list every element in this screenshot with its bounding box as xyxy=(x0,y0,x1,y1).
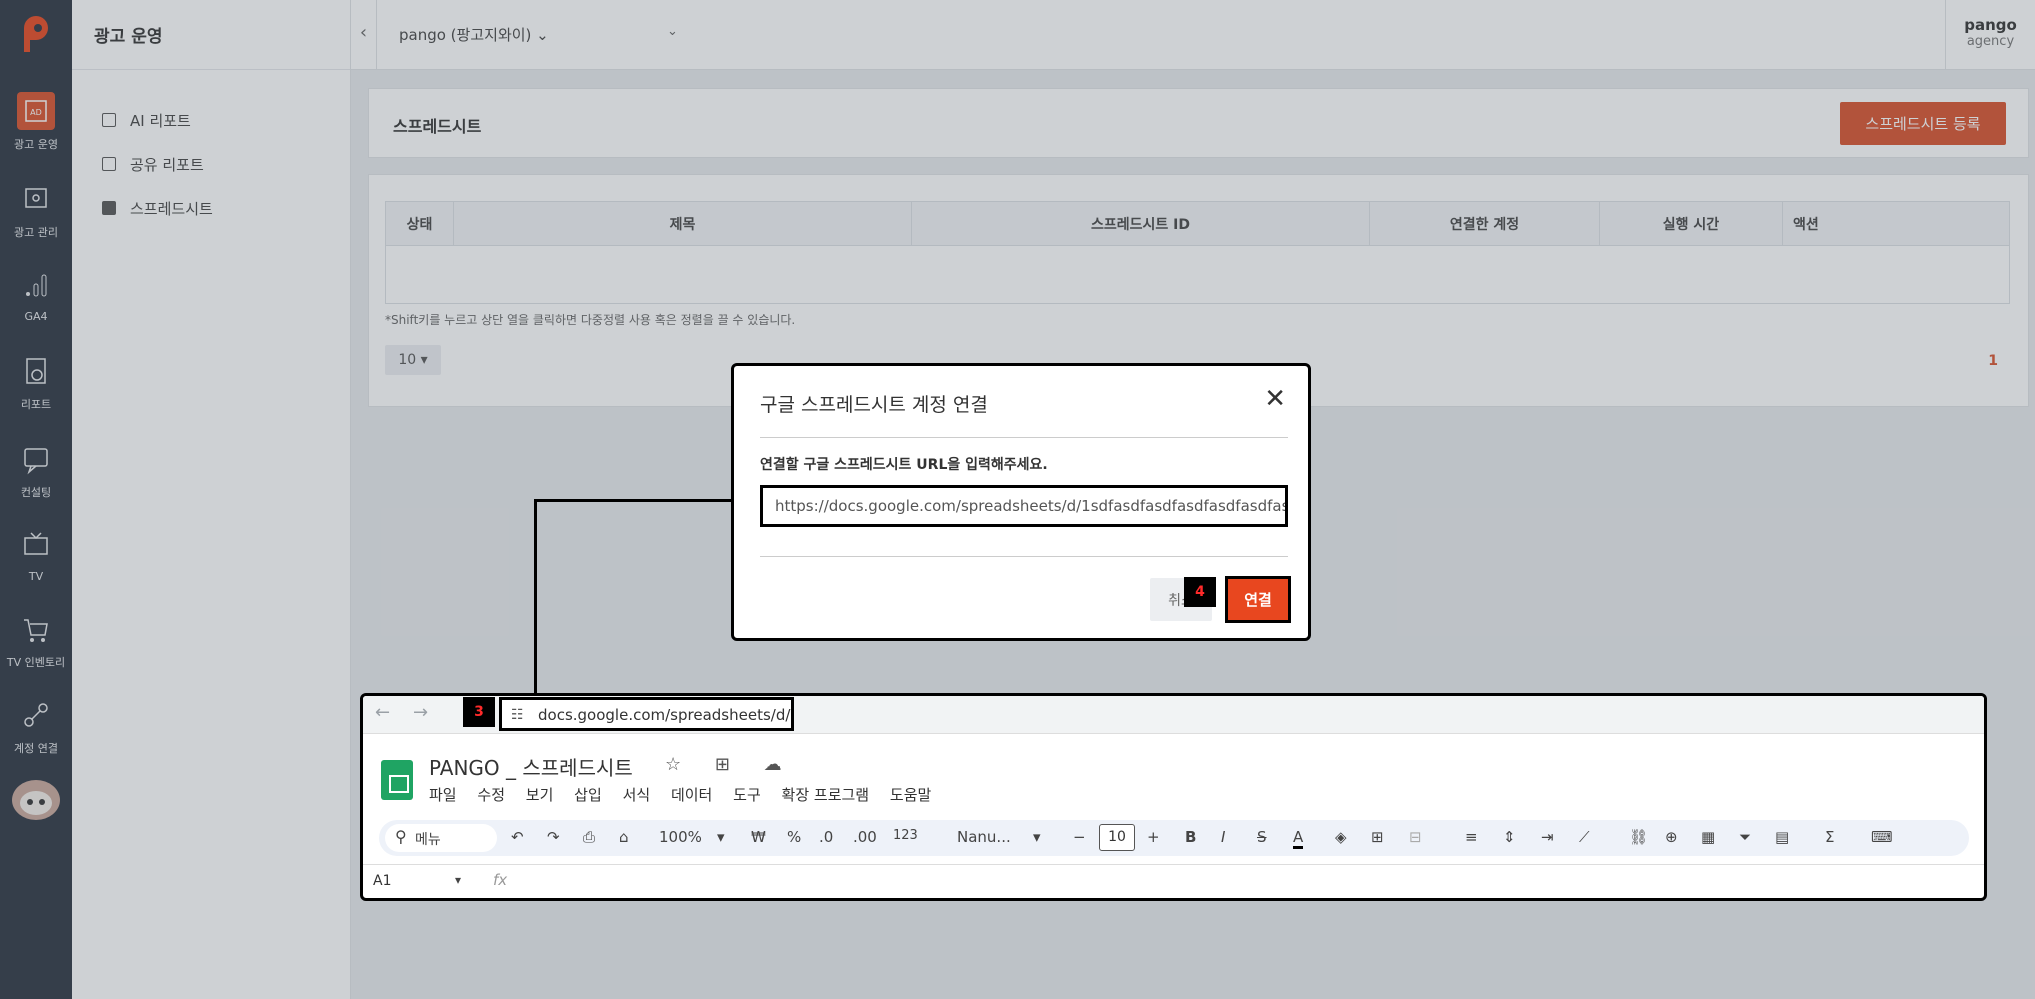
chevron-down-icon[interactable]: ▾ xyxy=(1033,828,1041,846)
bold-button[interactable]: B xyxy=(1185,828,1196,846)
print-icon[interactable]: ⎙ xyxy=(583,828,595,846)
font-size-input[interactable]: 10 xyxy=(1099,824,1135,851)
forward-arrow-icon[interactable]: → xyxy=(413,702,428,723)
insert-link-icon[interactable]: ⛓ xyxy=(1629,828,1648,846)
insert-comment-icon[interactable]: ⊕ xyxy=(1665,828,1678,846)
currency-format-button[interactable]: ₩ xyxy=(751,828,766,846)
menu-search-input[interactable]: 메뉴 xyxy=(385,824,497,852)
browser-url-text: docs.google.com/spreadsheets/d/ xyxy=(538,706,791,724)
zoom-select[interactable]: 100% xyxy=(659,828,702,846)
name-box[interactable]: A1 xyxy=(373,873,391,889)
menu-extensions[interactable]: 확장 프로그램 xyxy=(782,786,870,804)
italic-button[interactable]: I xyxy=(1221,828,1225,846)
decrease-font-size-icon[interactable]: − xyxy=(1073,828,1086,846)
sheets-menubar: 파일 수정 보기 삽입 서식 데이터 도구 확장 프로그램 도움말 xyxy=(429,784,947,805)
redo-icon[interactable]: ↷ xyxy=(547,828,560,846)
annotation-connector xyxy=(534,499,761,502)
increase-font-size-icon[interactable]: + xyxy=(1147,828,1160,846)
decrease-decimal-button[interactable]: .0 xyxy=(819,828,833,846)
merge-cells-icon[interactable]: ⊟ xyxy=(1409,828,1422,846)
fx-icon: fx xyxy=(493,871,508,889)
filter-views-icon[interactable]: ▤ xyxy=(1775,828,1789,846)
menu-tools[interactable]: 도구 xyxy=(733,786,761,804)
menu-format[interactable]: 서식 xyxy=(623,786,651,804)
connect-sheet-modal: 구글 스프레드시트 계정 연결 ✕ 연결할 구글 스프레드시트 URL을 입력해… xyxy=(731,363,1311,641)
menu-edit[interactable]: 수정 xyxy=(477,786,505,804)
browser-address-bar: ← → ☷ docs.google.com/spreadsheets/d/ xyxy=(363,696,1984,734)
close-icon[interactable]: ✕ xyxy=(1264,384,1286,414)
back-arrow-icon[interactable]: ← xyxy=(375,702,390,723)
step-badge-3: 3 xyxy=(463,697,495,727)
menu-insert[interactable]: 삽입 xyxy=(574,786,602,804)
annotation-connector xyxy=(534,499,537,699)
strikethrough-button[interactable]: S xyxy=(1257,828,1267,846)
star-move-cloud-icons[interactable]: ☆ ⊞ ☁ xyxy=(665,754,796,775)
fill-color-icon[interactable]: ◈ xyxy=(1335,828,1347,846)
text-wrap-icon[interactable]: ⇥ xyxy=(1541,828,1554,846)
browser-url-field[interactable]: ☷ docs.google.com/spreadsheets/d/ xyxy=(499,697,794,731)
menu-help[interactable]: 도움말 xyxy=(890,786,931,804)
menu-file[interactable]: 파일 xyxy=(429,786,457,804)
insert-chart-icon[interactable]: ▦ xyxy=(1701,828,1715,846)
sheets-toolbar: 메뉴 ↶ ↷ ⎙ ⌂ 100% ▾ ₩ % .0 .00 123 Nanu...… xyxy=(379,820,1969,856)
percent-format-button[interactable]: % xyxy=(787,828,801,846)
document-title[interactable]: PANGO _ 스프레드시트 xyxy=(429,752,633,781)
functions-button[interactable]: Σ xyxy=(1825,828,1834,846)
increase-decimal-button[interactable]: .00 xyxy=(853,828,877,846)
font-select[interactable]: Nanu... xyxy=(957,828,1011,846)
paint-format-icon[interactable]: ⌂ xyxy=(619,828,629,846)
divider xyxy=(760,556,1288,557)
borders-icon[interactable]: ⊞ xyxy=(1371,828,1384,846)
menu-data[interactable]: 데이터 xyxy=(671,786,712,804)
sheet-url-input[interactable]: https://docs.google.com/spreadsheets/d/1… xyxy=(760,485,1288,527)
connect-button[interactable]: 연결 xyxy=(1225,576,1291,623)
filter-icon[interactable]: ⏷ xyxy=(1739,828,1751,846)
undo-icon[interactable]: ↶ xyxy=(511,828,524,846)
url-prompt: 연결할 구글 스프레드시트 URL을 입력해주세요. xyxy=(760,457,1048,473)
formula-bar: A1 ▾ fx xyxy=(363,864,1984,898)
site-settings-icon[interactable]: ☷ xyxy=(511,707,524,723)
number-format-button[interactable]: 123 xyxy=(893,828,918,843)
horizontal-align-icon[interactable]: ≡ xyxy=(1465,828,1478,846)
divider xyxy=(760,437,1288,438)
chevron-down-icon[interactable]: ▾ xyxy=(455,873,461,887)
chevron-down-icon[interactable]: ▾ xyxy=(717,828,725,846)
google-sheets-icon[interactable] xyxy=(381,760,413,800)
vertical-align-icon[interactable]: ⇕ xyxy=(1503,828,1516,846)
text-rotation-icon[interactable]: ⟋ xyxy=(1579,828,1590,846)
step-badge-4: 4 xyxy=(1184,577,1216,607)
input-tools-icon[interactable]: ⌨ xyxy=(1871,828,1893,846)
text-color-button[interactable]: A xyxy=(1293,828,1304,849)
menu-view[interactable]: 보기 xyxy=(526,786,554,804)
sheets-browser-inset: ← → ☷ docs.google.com/spreadsheets/d/ PA… xyxy=(360,693,1987,901)
modal-title: 구글 스프레드시트 계정 연결 xyxy=(760,394,988,416)
